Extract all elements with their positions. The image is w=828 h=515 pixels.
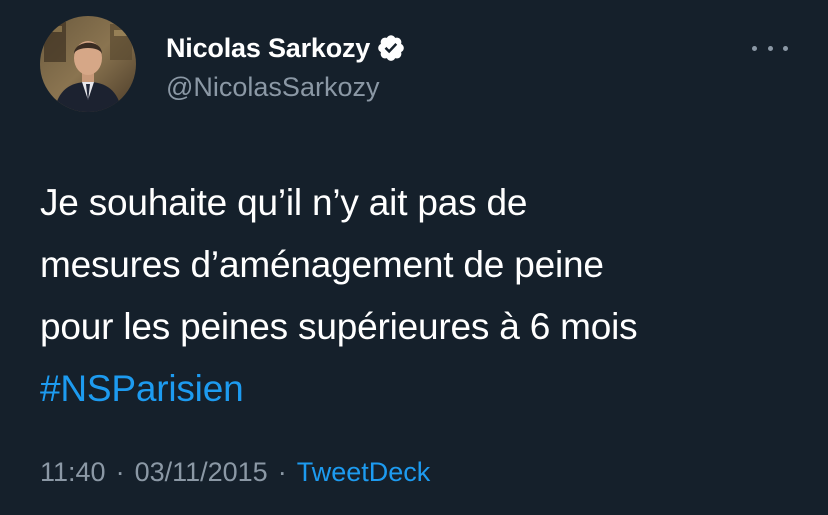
tweet-text-line: Je souhaite qu’il n’y ait pas de <box>40 182 528 223</box>
tweet-date[interactable]: 03/11/2015 <box>135 457 268 488</box>
more-dot <box>767 45 773 51</box>
author-handle[interactable]: @NicolasSarkozy <box>166 72 379 103</box>
author-display-name[interactable]: Nicolas Sarkozy <box>166 33 370 64</box>
hashtag-link[interactable]: #NSParisien <box>40 358 800 420</box>
more-dot <box>783 45 788 51</box>
meta-separator: · <box>115 456 125 487</box>
more-options-icon[interactable] <box>752 40 788 56</box>
avatar-photo <box>40 16 136 112</box>
more-dot <box>752 45 757 51</box>
meta-separator: · <box>277 456 287 487</box>
verified-badge-icon <box>376 33 406 63</box>
tweet-card: Nicolas Sarkozy @NicolasSarkozy Je souha… <box>0 0 828 515</box>
tweet-source-link[interactable]: TweetDeck <box>297 457 431 488</box>
tweet-text: Je souhaite qu’il n’y ait pas de mesures… <box>40 172 800 420</box>
tweet-metadata: 11:40 · 03/11/2015 · TweetDeck <box>40 452 430 492</box>
tweet-time[interactable]: 11:40 <box>40 457 106 488</box>
tweet-text-line: pour les peines supérieures à 6 mois <box>40 306 638 347</box>
author-name-row[interactable]: Nicolas Sarkozy <box>166 30 406 66</box>
author-avatar[interactable] <box>40 16 136 112</box>
tweet-text-line: mesures d’aménagement de peine <box>40 244 604 285</box>
